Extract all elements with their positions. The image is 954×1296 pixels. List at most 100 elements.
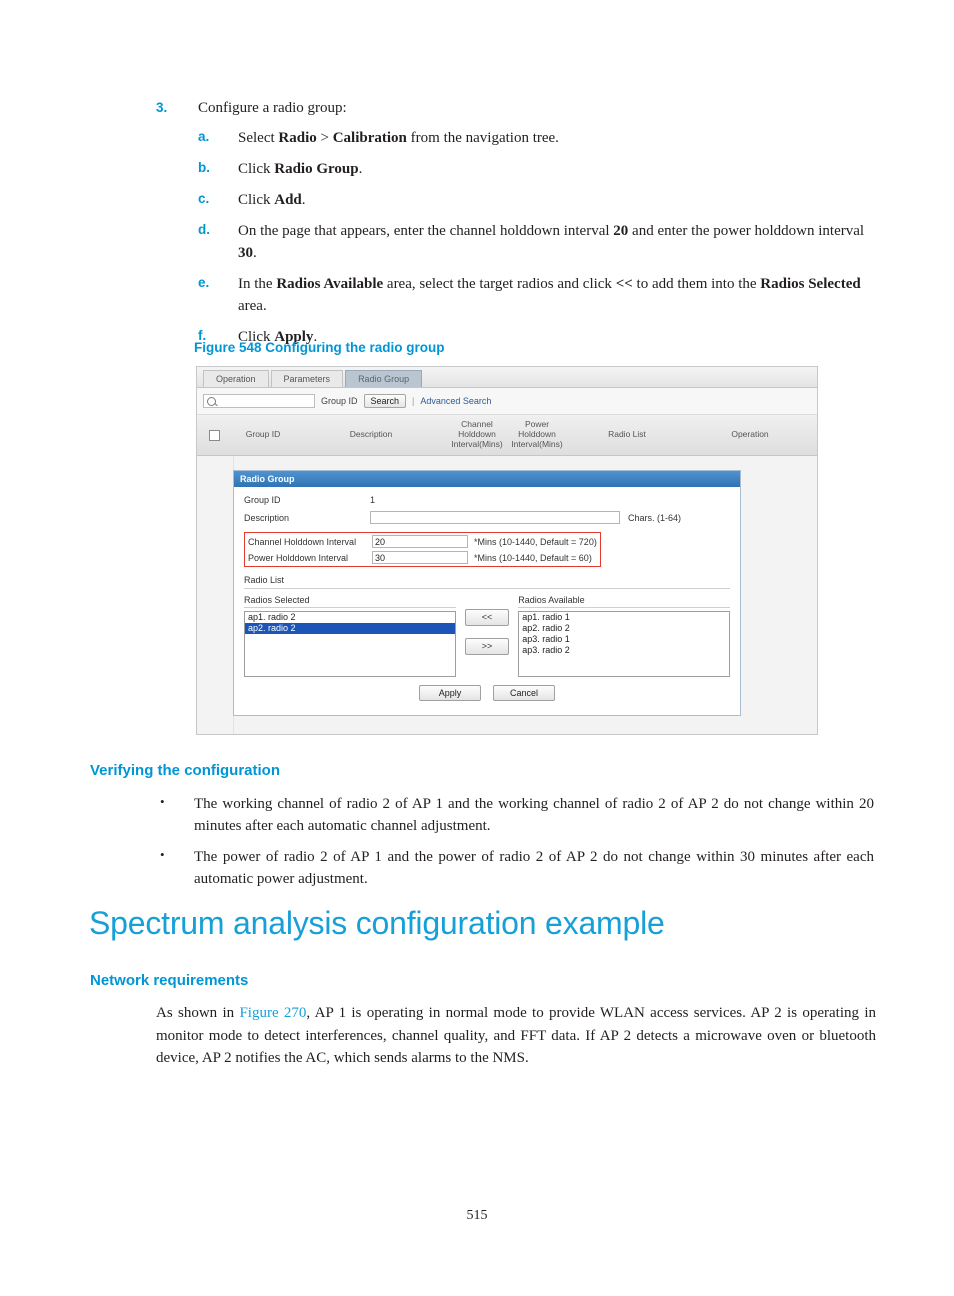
select-all-checkbox[interactable] bbox=[197, 429, 231, 441]
panel-title: Radio Group bbox=[234, 471, 740, 487]
page-number: 515 bbox=[466, 1208, 488, 1223]
radios-available-column: Radios Available ap1. radio 1 ap2. radio… bbox=[518, 595, 731, 677]
col-channel-holddown: Channel Holddown Interval(Mins) bbox=[447, 420, 507, 449]
figure-searchbar: Group ID Search | Advanced Search bbox=[197, 388, 817, 415]
figure-radio-group-screenshot: Operation Parameters Radio Group Group I… bbox=[196, 366, 818, 735]
list-item[interactable]: ap1. radio 2 bbox=[245, 612, 455, 623]
col-power-holddown: Power Holddown Interval(Mins) bbox=[507, 420, 567, 449]
col-power-holddown-l3: Interval(Mins) bbox=[511, 438, 563, 449]
channel-holddown-label: Channel Holddown Interval bbox=[248, 536, 357, 547]
substep-a-letter: a. bbox=[198, 128, 210, 144]
network-requirements-heading: Network requirements bbox=[90, 972, 249, 989]
panel-actions: Apply Cancel bbox=[244, 677, 730, 705]
paragraph-pre: As shown in bbox=[156, 1005, 240, 1021]
list-item[interactable]: ap1. radio 1 bbox=[519, 612, 729, 623]
substep-c-letter: c. bbox=[198, 190, 210, 206]
substep-e-letter: e. bbox=[198, 274, 210, 290]
figure-270-link[interactable]: Figure 270 bbox=[239, 1005, 306, 1021]
search-field-label: Group ID bbox=[321, 396, 358, 406]
substep-b-text: Click Radio Group. bbox=[238, 160, 363, 177]
apply-button[interactable]: Apply bbox=[419, 685, 481, 701]
bullet-item: • The working channel of radio 2 of AP 1… bbox=[156, 793, 876, 837]
bullet-text: The power of radio 2 of AP 1 and the pow… bbox=[194, 849, 874, 888]
radios-selected-label: Radios Selected bbox=[244, 595, 456, 608]
step-number: 3. bbox=[156, 100, 168, 115]
verifying-heading: Verifying the configuration bbox=[90, 762, 281, 779]
power-holddown-row: Power Holddown Interval *Mins (10-1440, … bbox=[248, 551, 597, 564]
figure-caption: Figure 548 Configuring the radio group bbox=[194, 340, 445, 355]
substep-d-text: On the page that appears, enter the chan… bbox=[238, 222, 865, 261]
move-right-button[interactable]: >> bbox=[465, 638, 509, 655]
substep-e-text: In the Radios Available area, select the… bbox=[238, 275, 861, 315]
search-icon bbox=[207, 396, 216, 406]
bullet-icon: • bbox=[160, 794, 165, 809]
advanced-search-link[interactable]: Advanced Search bbox=[420, 396, 491, 406]
power-holddown-input[interactable] bbox=[372, 551, 468, 564]
channel-holddown-hint: *Mins (10-1440, Default = 720) bbox=[474, 536, 597, 547]
searchbar-separator: | bbox=[412, 396, 415, 406]
substep-a: a. Select Radio > Calibration from the n… bbox=[156, 127, 876, 149]
tab-parameters[interactable]: Parameters bbox=[270, 370, 344, 387]
radios-available-label: Radios Available bbox=[518, 595, 731, 608]
group-id-label: Group ID bbox=[244, 495, 281, 505]
radio-list-label: Radio List bbox=[244, 575, 730, 589]
substep-b-letter: b. bbox=[198, 159, 210, 175]
network-requirements-paragraph: As shown in Figure 270, AP 1 is operatin… bbox=[156, 1002, 876, 1070]
step-3: 3. Configure a radio group: a. Select Ra… bbox=[156, 98, 876, 357]
substep-c-text: Click Add. bbox=[238, 191, 306, 208]
search-input[interactable] bbox=[203, 394, 315, 408]
bullet-item: • The power of radio 2 of AP 1 and the p… bbox=[156, 846, 876, 890]
radio-dual-list: Radios Selected ap1. radio 2 ap2. radio … bbox=[244, 595, 731, 677]
section-title: Spectrum analysis configuration example bbox=[89, 905, 665, 941]
substep-a-text: Select Radio > Calibration from the navi… bbox=[238, 129, 559, 146]
figure-body: Radio Group Group ID 1 Description Chars… bbox=[197, 456, 817, 734]
checkbox-icon bbox=[208, 429, 220, 441]
substep-e: e. In the Radios Available area, select … bbox=[156, 273, 876, 317]
step-text: Configure a radio group: bbox=[198, 100, 347, 116]
radio-group-panel: Radio Group Group ID 1 Description Chars… bbox=[233, 470, 741, 716]
substep-d-letter: d. bbox=[198, 221, 210, 237]
description-chars-note: Chars. (1-64) bbox=[628, 512, 682, 523]
substep-list: a. Select Radio > Calibration from the n… bbox=[156, 127, 876, 348]
list-item[interactable]: ap3. radio 2 bbox=[519, 645, 729, 656]
description-input[interactable] bbox=[370, 511, 620, 524]
list-item[interactable]: ap2. radio 2 bbox=[245, 623, 455, 634]
panel-inner: Group ID 1 Description Chars. (1-64) Cha… bbox=[234, 487, 740, 715]
left-rail bbox=[197, 456, 234, 734]
cancel-button[interactable]: Cancel bbox=[493, 685, 555, 701]
group-id-row: Group ID 1 bbox=[244, 495, 730, 505]
col-radio-list: Radio List bbox=[608, 429, 646, 440]
substep-d: d. On the page that appears, enter the c… bbox=[156, 220, 876, 264]
radios-selected-column: Radios Selected ap1. radio 2 ap2. radio … bbox=[244, 595, 456, 677]
group-id-value: 1 bbox=[370, 495, 376, 505]
power-holddown-hint: *Mins (10-1440, Default = 60) bbox=[474, 552, 592, 563]
step-3-heading: 3. Configure a radio group: bbox=[156, 98, 876, 120]
channel-holddown-input[interactable] bbox=[372, 535, 468, 548]
substep-b: b. Click Radio Group. bbox=[156, 158, 876, 180]
radios-selected-listbox[interactable]: ap1. radio 2 ap2. radio 2 bbox=[244, 611, 456, 677]
col-description: Description bbox=[349, 429, 393, 440]
bullet-icon: • bbox=[160, 847, 165, 863]
bullet-text: The working channel of radio 2 of AP 1 a… bbox=[194, 796, 874, 835]
table-header-row: Group ID Description Channel Holddown In… bbox=[197, 415, 817, 456]
tab-radio-group[interactable]: Radio Group bbox=[345, 370, 423, 387]
search-button[interactable]: Search bbox=[363, 394, 407, 408]
power-holddown-label: Power Holddown Interval bbox=[248, 552, 349, 563]
substep-c: c. Click Add. bbox=[156, 189, 876, 211]
document-page: 3. Configure a radio group: a. Select Ra… bbox=[0, 0, 954, 1296]
verifying-bullets: • The working channel of radio 2 of AP 1… bbox=[156, 793, 876, 899]
figure-tabbar: Operation Parameters Radio Group bbox=[197, 367, 817, 388]
move-left-button[interactable]: << bbox=[465, 609, 509, 626]
tab-operation[interactable]: Operation bbox=[203, 370, 269, 387]
col-group-id: Group ID bbox=[245, 429, 281, 440]
description-label: Description bbox=[244, 512, 290, 523]
transfer-buttons: << >> bbox=[462, 595, 513, 655]
holddown-highlight-box: Channel Holddown Interval *Mins (10-1440… bbox=[244, 532, 601, 567]
description-row: Description Chars. (1-64) bbox=[244, 511, 730, 524]
col-channel-holddown-l3: Interval(Mins) bbox=[451, 438, 503, 449]
list-item[interactable]: ap2. radio 2 bbox=[519, 623, 729, 634]
channel-holddown-row: Channel Holddown Interval *Mins (10-1440… bbox=[248, 535, 597, 548]
list-item[interactable]: ap3. radio 1 bbox=[519, 634, 729, 645]
radios-available-listbox[interactable]: ap1. radio 1 ap2. radio 2 ap3. radio 1 a… bbox=[518, 611, 731, 677]
col-operation: Operation bbox=[731, 429, 769, 440]
